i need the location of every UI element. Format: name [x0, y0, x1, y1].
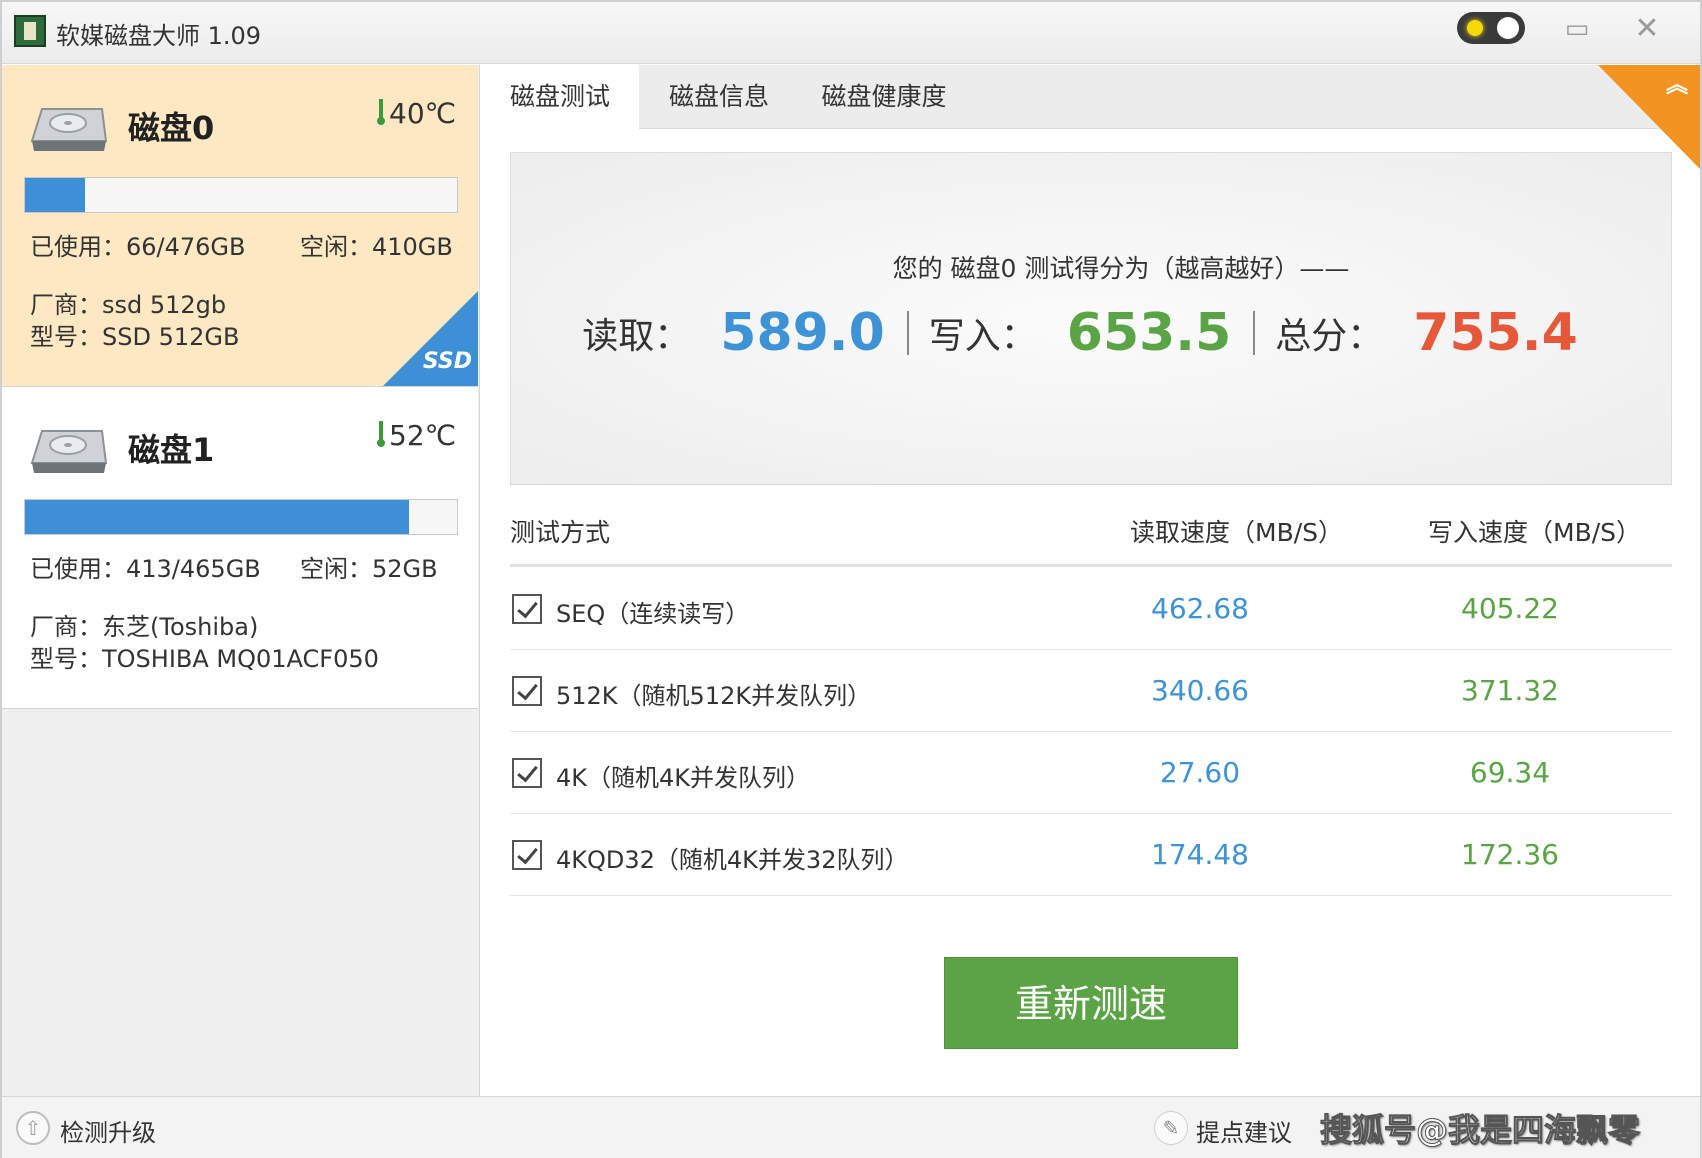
- read-score-value: 589.0: [720, 303, 885, 363]
- test-method-label: 512K（随机512K并发队列）: [556, 682, 872, 710]
- read-speed-value: 174.48: [1151, 838, 1249, 871]
- check-update-link[interactable]: 检测升级: [60, 1113, 156, 1148]
- hard-disk-icon: [30, 108, 108, 151]
- table-row: 4KQD32（随机4K并发32队列） 174.48 172.36: [510, 814, 1672, 896]
- score-divider: [906, 311, 909, 355]
- column-write-speed: 写入速度（MB/S）: [1428, 518, 1642, 547]
- disk-used: 已使用：66/476GB: [30, 233, 246, 261]
- read-speed-value: 27.60: [1159, 756, 1241, 789]
- thermometer-icon: [377, 421, 385, 449]
- total-score-value: 755.4: [1413, 303, 1578, 363]
- tab-bar: 磁盘测试 磁盘信息 磁盘健康度: [481, 65, 1700, 130]
- read-speed-value: 340.66: [1151, 674, 1249, 707]
- disk-model: 型号：TOSHIBA MQ01ACF050: [30, 645, 379, 673]
- watermark: 搜狐号@我是四海飘零: [1319, 1111, 1641, 1150]
- disk-temperature: 40℃: [377, 97, 456, 130]
- feedback-link[interactable]: 提点建议: [1196, 1113, 1292, 1148]
- sun-icon: [1467, 20, 1483, 36]
- pen-icon[interactable]: ✎: [1154, 1111, 1188, 1145]
- test-method-label: SEQ（连续读写）: [556, 600, 750, 628]
- disk-name: 磁盘0: [128, 109, 215, 147]
- write-score-label: 写入：: [928, 316, 1037, 357]
- column-read-speed: 读取速度（MB/S）: [1130, 518, 1344, 547]
- close-button[interactable]: ✕: [1624, 12, 1670, 46]
- disk-model: 型号：SSD 512GB: [30, 323, 240, 351]
- upgrade-arrow-icon[interactable]: ⇧: [16, 1111, 50, 1145]
- write-speed-value: 172.36: [1461, 838, 1559, 871]
- test-checkbox[interactable]: [512, 594, 542, 624]
- score-panel: 您的 磁盘0 测试得分为（越高越好）—— 读取： 589.0 写入： 653.5 总分：…: [510, 152, 1672, 485]
- toggle-knob: [1497, 17, 1519, 39]
- temperature-value: 52℃: [389, 419, 457, 452]
- minimize-button[interactable]: ▭: [1554, 12, 1600, 46]
- results-table-header: 测试方式 读取速度（MB/S） 写入速度（MB/S）: [510, 507, 1672, 567]
- app-logo-icon: [14, 15, 46, 47]
- retest-button[interactable]: 重新测速: [944, 957, 1238, 1049]
- disk-temperature: 52℃: [377, 419, 456, 452]
- disk-name: 磁盘1: [128, 431, 215, 469]
- tab-disk-info[interactable]: 磁盘信息: [639, 65, 799, 129]
- tab-disk-test[interactable]: 磁盘测试: [481, 65, 639, 130]
- app-window: 软媒磁盘大师 1.09 ▭ ✕ 磁盘0 40℃ 已使用：66/476GB 空闲：…: [0, 0, 1702, 1158]
- disk-card-1[interactable]: 磁盘1 52℃ 已使用：413/465GB 空闲：52GB 厂商：东芝(Tosh…: [2, 387, 478, 709]
- disk-card-0[interactable]: 磁盘0 40℃ 已使用：66/476GB 空闲：410GB 厂商：ssd 512…: [2, 65, 478, 387]
- write-score-value: 653.5: [1066, 303, 1232, 363]
- skin-toggle[interactable]: [1457, 12, 1525, 44]
- write-speed-value: 69.34: [1469, 756, 1551, 789]
- disk-sidebar: 磁盘0 40℃ 已使用：66/476GB 空闲：410GB 厂商：ssd 512…: [2, 65, 480, 1096]
- score-divider: [1253, 311, 1256, 355]
- window-title: 软媒磁盘大师 1.09: [56, 22, 262, 50]
- tab-disk-health[interactable]: 磁盘健康度: [799, 65, 969, 129]
- column-method: 测试方式: [510, 518, 611, 547]
- test-method-label: 4KQD32（随机4K并发32队列）: [556, 846, 909, 874]
- disk-usage-fill: [25, 178, 86, 212]
- double-chevron-up-icon: ︽: [1665, 73, 1688, 98]
- disk-used: 已使用：413/465GB: [30, 555, 261, 583]
- thermometer-icon: [377, 99, 385, 127]
- disk-usage-bar: [24, 499, 458, 535]
- table-row: SEQ（连续读写） 462.68 405.22: [510, 568, 1672, 650]
- table-row: 4K（随机4K并发队列） 27.60 69.34: [510, 732, 1672, 814]
- hard-disk-icon: [30, 430, 108, 473]
- test-checkbox[interactable]: [512, 676, 542, 706]
- temperature-value: 40℃: [389, 97, 457, 130]
- title-bar: 软媒磁盘大师 1.09 ▭ ✕: [2, 2, 1700, 64]
- disk-vendor: 厂商：东芝(Toshiba): [30, 613, 259, 641]
- test-checkbox[interactable]: [512, 840, 542, 870]
- status-footer: ⇧ 检测升级 ✎ 提点建议 搜狐号@我是四海飘零: [2, 1096, 1700, 1158]
- read-speed-value: 462.68: [1151, 592, 1249, 625]
- test-checkbox[interactable]: [512, 758, 542, 788]
- table-row: 512K（随机512K并发队列） 340.66 371.32: [510, 650, 1672, 732]
- score-row: 读取： 589.0 写入： 653.5 总分： 755.4: [511, 303, 1671, 363]
- write-speed-value: 405.22: [1461, 592, 1559, 625]
- disk-free: 空闲：52GB: [300, 555, 438, 583]
- disk-usage-bar: [24, 177, 458, 213]
- score-caption: 您的 磁盘0 测试得分为（越高越好）——: [892, 254, 1350, 283]
- total-score-label: 总分：: [1275, 316, 1384, 357]
- disk-free: 空闲：410GB: [300, 233, 453, 261]
- read-score-label: 读取：: [582, 316, 691, 357]
- disk-vendor: 厂商：ssd 512gb: [30, 291, 227, 319]
- ssd-badge-label: SSD: [422, 349, 472, 374]
- test-method-label: 4K（随机4K并发队列）: [556, 764, 811, 792]
- write-speed-value: 371.32: [1461, 674, 1559, 707]
- disk-usage-fill: [25, 500, 409, 534]
